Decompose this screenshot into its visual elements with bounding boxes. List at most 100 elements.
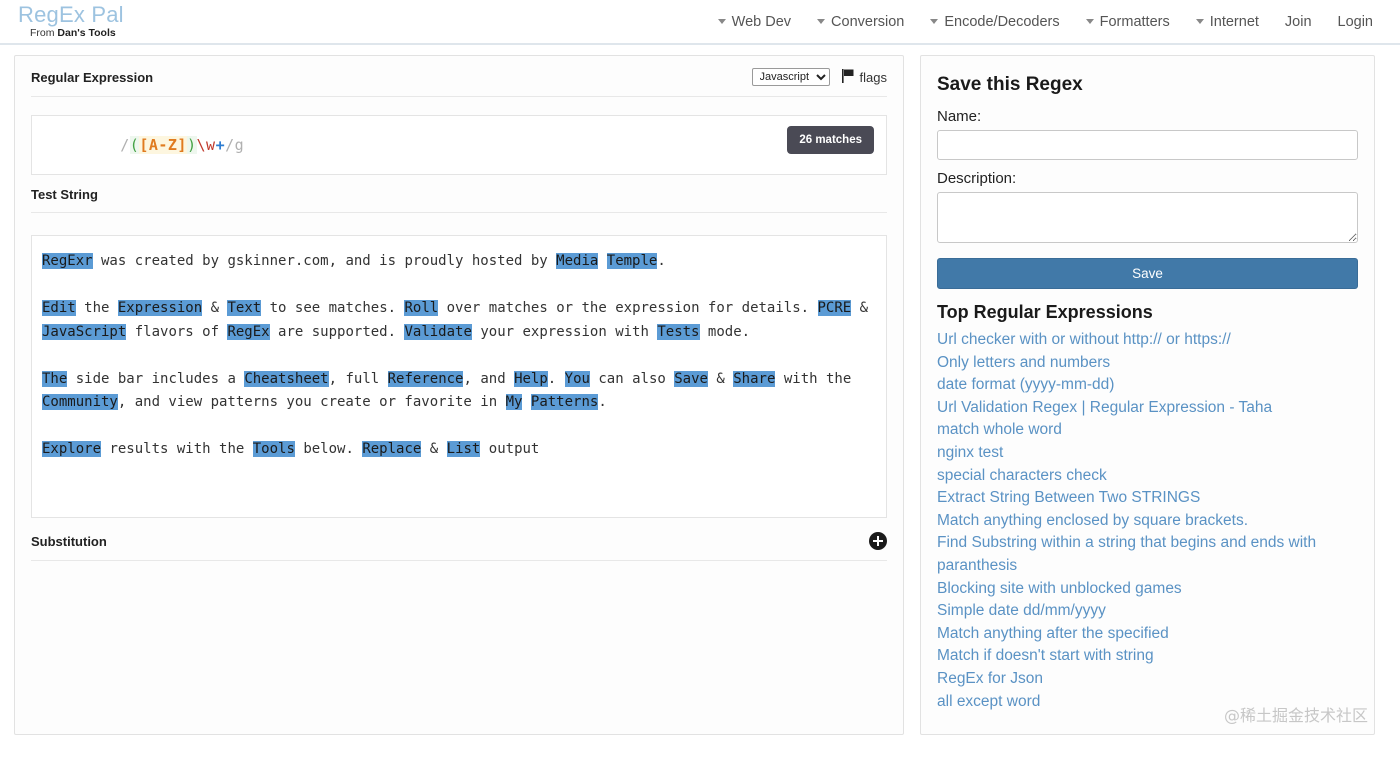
test-string-text: [522, 394, 530, 410]
test-string-text: the: [75, 300, 118, 316]
top-expression-link[interactable]: Blocking site with unblocked games: [937, 578, 1358, 601]
top-expression-link[interactable]: Url Validation Regex | Regular Expressio…: [937, 397, 1358, 420]
test-string-text: to see matches.: [261, 300, 405, 316]
nav-item-join[interactable]: Join: [1272, 10, 1325, 34]
regex-quantifier: +: [215, 136, 226, 154]
nav-item-label: Login: [1337, 13, 1373, 30]
brand-subtitle-strong: Dan's Tools: [57, 27, 116, 40]
regex-group-close: ): [186, 136, 197, 154]
match-count-badge: 26 matches: [787, 126, 874, 154]
nav-item-label: Internet: [1209, 13, 1259, 30]
test-string-text: &: [202, 300, 228, 316]
test-string-text: .: [657, 253, 666, 269]
regex-match: Roll: [404, 300, 439, 316]
regex-flavor-select[interactable]: JavascriptPCRE: [751, 68, 830, 86]
name-input[interactable]: [937, 130, 1358, 160]
regex-match: My: [505, 394, 523, 410]
test-string-text: [598, 253, 606, 269]
top-expression-link[interactable]: Extract String Between Two STRINGS: [937, 487, 1358, 510]
chevron-down-icon: [717, 19, 726, 24]
nav-item-label: Conversion: [831, 13, 905, 30]
regex-pattern: /([A-Z])\w+/g: [44, 118, 244, 172]
test-string-text: , and view patterns you create or favori…: [117, 394, 506, 410]
nav-item-web-dev[interactable]: Web Dev: [705, 10, 804, 34]
test-string-text: was created by gskinner.com, and is prou…: [92, 253, 557, 269]
test-string-header: Test String: [31, 187, 887, 213]
test-string-text: below.: [294, 441, 363, 457]
test-string-label: Test String: [31, 187, 98, 202]
nav-item-label: Formatters: [1099, 13, 1170, 30]
top-expression-link[interactable]: Simple date dd/mm/yyyy: [937, 600, 1358, 623]
site-header: RegEx Pal From Dan's Tools Web Dev Conver…: [0, 0, 1400, 45]
nav-item-encode-decoders[interactable]: Encode/Decoders: [917, 10, 1072, 34]
regex-header-controls: JavascriptPCRE flags: [751, 68, 887, 86]
test-string-text: &: [851, 300, 877, 316]
regex-open-slash: /: [120, 136, 130, 154]
regex-match: PCRE: [817, 300, 852, 316]
regular-expression-label: Regular Expression: [31, 69, 154, 85]
save-button[interactable]: Save: [937, 258, 1358, 289]
chevron-down-icon: [1085, 19, 1094, 24]
brand-logo[interactable]: RegEx Pal From Dan's Tools: [0, 4, 124, 39]
test-string-text: with the: [775, 370, 860, 387]
regex-match: JavaScript: [42, 323, 127, 340]
regex-match: Save: [674, 370, 708, 387]
regex-group-open: (: [129, 136, 140, 154]
test-string-text: results with the: [101, 441, 253, 457]
regex-match: Cheatsheet: [244, 370, 329, 387]
regex-match: Patterns: [530, 394, 599, 410]
regex-escape-w: \w: [196, 136, 216, 154]
test-string-input[interactable]: RegExr was created by gskinner.com, and …: [31, 235, 887, 518]
top-expression-link[interactable]: match whole word: [937, 419, 1358, 442]
description-input[interactable]: [937, 192, 1358, 243]
top-expression-link[interactable]: Match anything after the specified: [937, 623, 1358, 646]
top-expression-link[interactable]: Match if doesn't start with string: [937, 645, 1358, 668]
main-navigation: Web Dev Conversion Encode/Decoders Formatte…: [705, 10, 1400, 34]
test-string-text: .: [598, 394, 607, 410]
regex-match: RegExr: [42, 253, 93, 269]
regex-match: Replace: [362, 441, 422, 457]
nav-item-login[interactable]: Login: [1325, 10, 1386, 34]
test-string-text: can also: [589, 370, 675, 387]
substitution-section: Substitution: [15, 518, 903, 561]
flags-label: flags: [859, 69, 887, 85]
regex-match: Expression: [117, 300, 203, 316]
top-expression-link[interactable]: Match anything enclosed by square bracke…: [937, 510, 1358, 533]
regex-match: Edit: [42, 300, 76, 316]
regex-match: You: [564, 370, 590, 387]
top-expression-link[interactable]: special characters check: [937, 465, 1358, 488]
top-expression-link[interactable]: nginx test: [937, 442, 1358, 465]
top-expressions-title: Top Regular Expressions: [937, 302, 1153, 322]
regex-char-set: [A-Z]: [139, 136, 187, 154]
flags-button[interactable]: flags: [841, 68, 887, 86]
regex-input-box[interactable]: /([A-Z])\w+/g 26 matches: [31, 115, 887, 175]
chevron-down-icon: [817, 19, 826, 24]
test-string-text: .: [547, 370, 565, 387]
top-expression-link[interactable]: Url checker with or without http:// or h…: [937, 329, 1358, 352]
page-body: Regular Expression JavascriptPCRE flags: [0, 45, 1400, 765]
test-string-text: mode.: [699, 323, 751, 340]
plus-circle-icon[interactable]: [869, 532, 887, 550]
test-string-text: , and: [463, 370, 515, 387]
nav-item-internet[interactable]: Internet: [1183, 10, 1272, 34]
test-string-text: over matches or the expression for detai…: [438, 300, 818, 316]
brand-title: RegEx Pal: [18, 2, 124, 28]
regex-match: Share: [733, 370, 776, 387]
nav-item-label: Encode/Decoders: [944, 13, 1060, 30]
test-string-text: &: [707, 370, 734, 387]
top-expression-link[interactable]: date format (yyyy-mm-dd): [937, 374, 1358, 397]
test-string-text: side bar includes a: [67, 370, 245, 387]
brand-subtitle-prefix: From: [30, 27, 58, 40]
top-expression-link[interactable]: Only letters and numbers: [937, 352, 1358, 375]
regex-match: The: [42, 370, 68, 387]
nav-item-formatters[interactable]: Formatters: [1073, 10, 1183, 34]
test-string-text: &: [421, 441, 447, 457]
top-expression-link[interactable]: RegEx for Json: [937, 668, 1358, 691]
top-expression-link[interactable]: all except word: [937, 691, 1358, 714]
regular-expression-section: Regular Expression JavascriptPCRE flags: [15, 56, 903, 105]
nav-item-conversion[interactable]: Conversion: [804, 10, 917, 34]
regex-workspace-panel: Regular Expression JavascriptPCRE flags: [14, 55, 904, 735]
regular-expression-header: Regular Expression JavascriptPCRE flags: [31, 68, 887, 97]
regex-match: Tests: [657, 323, 700, 340]
top-expression-link[interactable]: Find Substring within a string that begi…: [937, 532, 1358, 577]
